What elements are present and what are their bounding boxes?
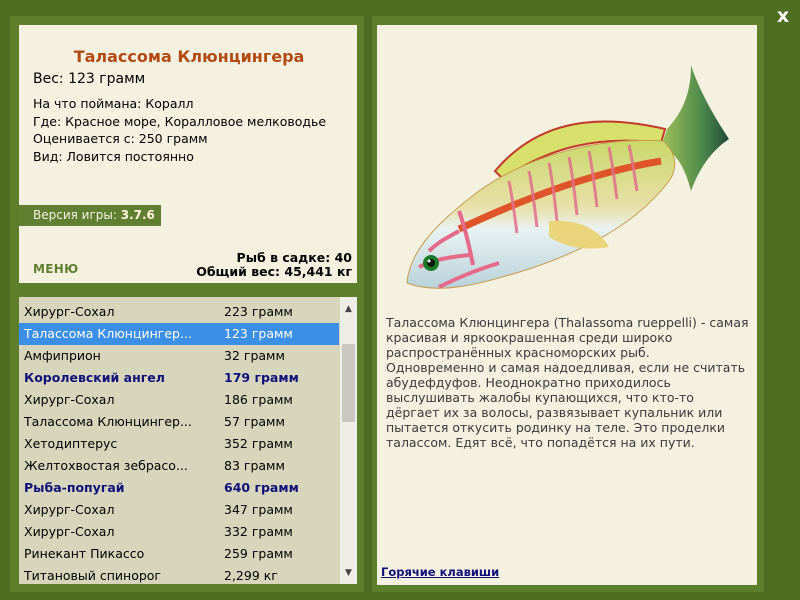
fish-count: Рыб в садке: 40: [236, 250, 352, 265]
hotkeys-link[interactable]: Горячие клавиши: [381, 565, 499, 579]
list-item-name: Амфиприон: [24, 348, 101, 363]
location: Где: Красное море, Коралловое мелководье: [33, 113, 327, 129]
list-item-weight: 32 грамм: [224, 348, 285, 363]
list-item-weight: 57 грамм: [224, 414, 285, 429]
list-item[interactable]: Хирург-Сохал 332 грамм: [19, 521, 339, 543]
list-item[interactable]: Титановый спинорог 2,299 кг: [19, 565, 339, 584]
list-item-weight: 2,299 кг: [224, 568, 278, 583]
close-button[interactable]: x: [773, 6, 793, 26]
list-item[interactable]: Хетодиптерус 352 грамм: [19, 433, 339, 455]
version-value: 3.7.6: [120, 208, 155, 222]
list-item-name: Королевский ангел: [24, 370, 165, 385]
fish-info-panel: Талассома Клюнцингера Вес: 123 грамм На …: [19, 25, 357, 283]
scroll-down-icon[interactable]: ▼: [340, 565, 357, 581]
list-item-weight: 332 грамм: [224, 524, 293, 539]
scroll-thumb[interactable]: [342, 344, 355, 422]
list-item[interactable]: Ринекант Пикассо 259 грамм: [19, 543, 339, 565]
list-item[interactable]: Талассома Клюнцингер... 123 грамм: [19, 323, 339, 345]
fish-detail-panel: Талассома Клюнцингера (Thalassoma rueppe…: [377, 25, 757, 585]
list-item-name: Хирург-Сохал: [24, 524, 115, 539]
list-item[interactable]: Хирург-Сохал 186 грамм: [19, 389, 339, 411]
list-item-weight: 179 грамм: [224, 370, 299, 385]
version-bar: Версия игры: 3.7.6: [19, 205, 161, 226]
list-item-name: Хирург-Сохал: [24, 304, 115, 319]
list-item[interactable]: Рыба-попугай 640 грамм: [19, 477, 339, 499]
version-label: Версия игры:: [33, 208, 117, 222]
list-item-name: Хирург-Сохал: [24, 502, 115, 517]
fish-info-list: На что поймана: Коралл Где: Красное море…: [33, 95, 326, 165]
list-item-name: Хирург-Сохал: [24, 392, 115, 407]
scrollbar[interactable]: ▲ ▼: [340, 297, 357, 584]
list-item-weight: 259 грамм: [224, 546, 293, 561]
list-item-name: Титановый спинорог: [24, 568, 161, 583]
menu-button[interactable]: МЕНЮ: [33, 262, 78, 276]
list-item-name: Ринекант Пикассо: [24, 546, 145, 561]
list-item-name: Талассома Клюнцингер...: [24, 414, 192, 429]
list-item-weight: 352 грамм: [224, 436, 293, 451]
list-item[interactable]: Желтохвостая зебрасо... 83 грамм: [19, 455, 339, 477]
fish-image: [406, 65, 729, 289]
fish-description: Талассома Клюнцингера (Thalassoma rueppe…: [386, 315, 749, 450]
total-weight: Общий вес: 45,441 кг: [196, 264, 352, 279]
list-item-name: Хетодиптерус: [24, 436, 118, 451]
list-item[interactable]: Амфиприон 32 грамм: [19, 345, 339, 367]
caught-with: На что поймана: Коралл: [33, 96, 194, 111]
list-item-weight: 223 грамм: [224, 304, 293, 319]
list-item-name: Рыба-попугай: [24, 480, 125, 495]
list-item[interactable]: Талассома Клюнцингер... 57 грамм: [19, 411, 339, 433]
valued-from: Оценивается с: 250 грамм: [33, 131, 208, 146]
list-item-weight: 347 грамм: [224, 502, 293, 517]
scroll-up-icon[interactable]: ▲: [340, 301, 357, 317]
list-item[interactable]: Хирург-Сохал 223 грамм: [19, 301, 339, 323]
catch-list: Хирург-Сохал 223 грамм Талассома Клюнцинге…: [19, 297, 357, 584]
fish-title: Талассома Клюнцингера: [73, 47, 305, 66]
species-frequency: Вид: Ловится постоянно: [33, 148, 194, 164]
list-item-name: Желтохвостая зебрасо...: [24, 458, 188, 473]
list-item-weight: 640 грамм: [224, 480, 299, 495]
list-item-weight: 186 грамм: [224, 392, 293, 407]
list-item[interactable]: Хирург-Сохал 347 грамм: [19, 499, 339, 521]
catch-stats: Рыб в садке: 40 Общий вес: 45,441 кг: [196, 251, 352, 279]
fish-weight: Вес: 123 грамм: [33, 71, 146, 87]
list-item-weight: 83 грамм: [224, 458, 285, 473]
list-item-name: Талассома Клюнцингер...: [24, 326, 192, 341]
list-item[interactable]: Королевский ангел 179 грамм: [19, 367, 339, 389]
list-item-weight: 123 грамм: [224, 326, 293, 341]
